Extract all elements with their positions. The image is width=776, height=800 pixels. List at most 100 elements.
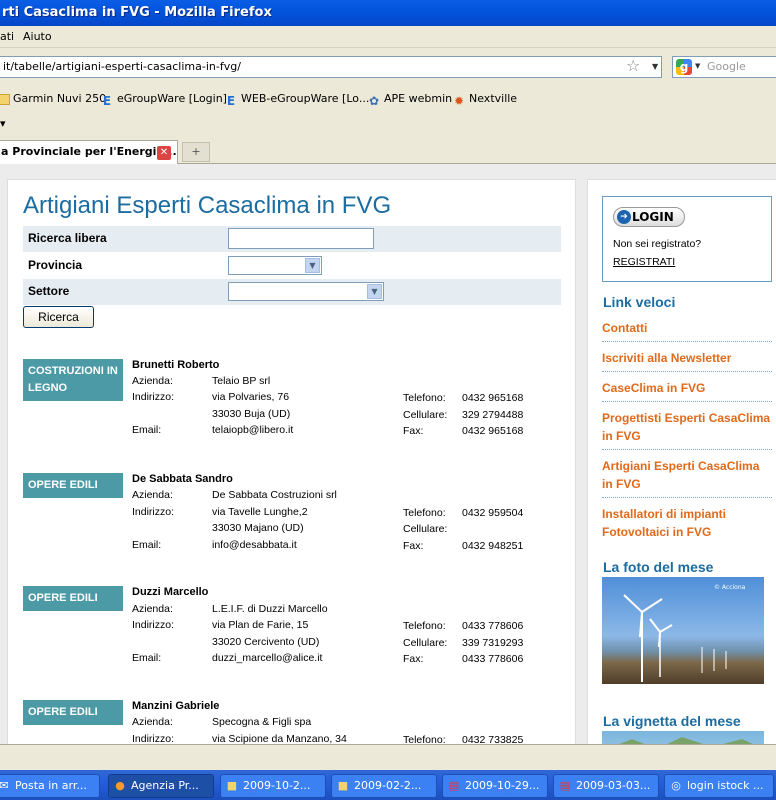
menu-item-tools[interactable]: ati bbox=[0, 30, 14, 43]
company-value: L.E.I.F. di Duzzi Marcello bbox=[212, 603, 328, 615]
mail-icon: ✉ bbox=[0, 779, 9, 792]
url-bar[interactable]: it/tabelle/artigiani-esperti-casaclima-i… bbox=[0, 56, 662, 78]
bookmarks-toolbar: Garmin Nuvi 250 EeGroupWare [Login] E WEB… bbox=[0, 86, 776, 112]
taskbar-item-folder-2[interactable]: ■ 2009-02-2... bbox=[331, 774, 437, 798]
bookmark-label: Nextville bbox=[469, 92, 518, 105]
photo-credit: © Acciona bbox=[714, 584, 746, 591]
bookmark-nextville[interactable]: ✹ Nextville bbox=[452, 91, 518, 108]
quick-link-progettisti[interactable]: Progettisti Esperti CasaClima in FVG bbox=[602, 409, 772, 450]
photo-of-month[interactable]: © Acciona bbox=[602, 577, 764, 684]
search-button[interactable]: Ricerca bbox=[23, 306, 94, 328]
mobile-label: Cellulare: bbox=[403, 409, 448, 421]
url-dropdown-icon[interactable]: ▼ bbox=[652, 62, 658, 71]
taskbar-item-firefox[interactable]: ● Agenzia Pr... bbox=[108, 774, 214, 798]
google-icon[interactable]: g bbox=[676, 59, 692, 75]
taskbar-item-pdf-2[interactable]: ▤ 2009-03-03... bbox=[553, 774, 659, 798]
tab-active[interactable]: a Provinciale per l'Energia:... ✕ bbox=[0, 140, 178, 164]
quick-link-contatti[interactable]: Contatti bbox=[602, 319, 772, 342]
email-value[interactable]: info@desabbata.it bbox=[212, 539, 297, 551]
window-title: rti Casaclima in FVG - Mozilla Firefox bbox=[2, 5, 272, 20]
province-select[interactable]: ▼ bbox=[228, 256, 322, 275]
mobile-label: Cellulare: bbox=[403, 637, 448, 649]
taskbar-label: 2009-03-03... bbox=[576, 779, 651, 792]
register-link[interactable]: REGISTRATI bbox=[613, 256, 675, 268]
fax-label: Fax: bbox=[403, 653, 424, 665]
bookmark-garmin[interactable]: Garmin Nuvi 250 bbox=[0, 91, 106, 107]
tab-bar: a Provinciale per l'Energia:... ✕ + bbox=[0, 138, 776, 164]
fax-value: 0432 948251 bbox=[462, 540, 524, 552]
taskbar-label: Agenzia Pr... bbox=[131, 779, 199, 792]
sun-icon: ✹ bbox=[453, 94, 465, 108]
fax-value: 0433 778606 bbox=[462, 653, 524, 665]
email-value[interactable]: telaiopb@libero.it bbox=[212, 424, 293, 436]
pdf-icon: ▤ bbox=[448, 779, 460, 792]
egroupware-icon: E bbox=[226, 94, 236, 108]
taskbar-label: login istock ... bbox=[687, 779, 764, 792]
firefox-icon: ● bbox=[115, 779, 125, 792]
phone-value: 0432 965168 bbox=[462, 392, 524, 404]
login-box: ➔ LOGIN Non sei registrato? REGISTRATI bbox=[602, 196, 772, 282]
company-label: Azienda: bbox=[132, 716, 173, 728]
taskbar-item-browser[interactable]: ◎ login istock ... bbox=[664, 774, 774, 798]
address-line2: 33020 Cercivento (UD) bbox=[212, 636, 320, 648]
folder-icon: ■ bbox=[337, 779, 349, 792]
page-title: Artigiani Esperti Casaclima in FVG bbox=[23, 192, 392, 219]
quick-link-newsletter[interactable]: Iscriviti alla Newsletter bbox=[602, 349, 772, 372]
vignette-heading: La vignetta del mese bbox=[603, 713, 741, 729]
fax-label: Fax: bbox=[403, 425, 424, 437]
bookmark-star-icon[interactable]: ☆ bbox=[626, 57, 640, 75]
bookmark-web-egroupware[interactable]: E WEB-eGroupWare [Lo... bbox=[224, 91, 369, 108]
taskbar-label: 2009-10-29... bbox=[465, 779, 540, 792]
phone-value: 0432 959504 bbox=[462, 507, 524, 519]
company-label: Azienda: bbox=[132, 375, 173, 387]
phone-label: Telefono: bbox=[403, 734, 446, 744]
taskbar-item-pdf-1[interactable]: ▤ 2009-10-29... bbox=[442, 774, 548, 798]
mobile-value: 339 7319293 bbox=[462, 637, 524, 649]
menu-item-help[interactable]: Aiuto bbox=[23, 30, 52, 43]
email-value[interactable]: duzzi_marcello@alice.it bbox=[212, 652, 322, 664]
new-tab-button[interactable]: + bbox=[182, 142, 210, 162]
sector-select[interactable]: ▼ bbox=[228, 282, 384, 301]
egroupware-icon: E bbox=[102, 94, 112, 108]
bookmark-ape-webmin[interactable]: ✿ APE webmin bbox=[367, 91, 452, 108]
province-row: Provincia ▼ bbox=[23, 253, 561, 279]
address-line1: via Plan de Farie, 15 bbox=[212, 619, 309, 631]
quick-link-caseclima[interactable]: CaseClima in FVG bbox=[602, 379, 772, 402]
mobile-value: 329 2794488 bbox=[462, 409, 524, 421]
artisan-name: Duzzi Marcello bbox=[132, 586, 209, 598]
taskbar-item-mail[interactable]: ✉ Posta in arr... bbox=[0, 774, 100, 798]
company-value: Telaio BP srl bbox=[212, 375, 271, 387]
address-line1: via Polvaries, 76 bbox=[212, 391, 290, 403]
plus-icon: + bbox=[191, 145, 201, 158]
free-search-input[interactable] bbox=[228, 228, 374, 249]
address-line2: 33030 Buja (UD) bbox=[212, 408, 291, 420]
toolbar-chevron-icon[interactable]: ▾ bbox=[0, 117, 6, 130]
taskbar-label: 2009-10-2... bbox=[243, 779, 311, 792]
wind-turbines-image: © Acciona bbox=[623, 584, 746, 682]
email-label: Email: bbox=[132, 652, 162, 664]
company-value: De Sabbata Costruzioni srl bbox=[212, 489, 337, 501]
chevron-down-icon: ▼ bbox=[367, 284, 382, 299]
bookmark-label: eGroupWare [Login] bbox=[117, 92, 227, 105]
quick-link-fotovoltaici[interactable]: Installatori di impianti Fotovoltaici in… bbox=[602, 505, 772, 545]
window-title-bar[interactable]: rti Casaclima in FVG - Mozilla Firefox bbox=[0, 0, 776, 26]
email-label: Email: bbox=[132, 424, 162, 436]
page-viewport: Artigiani Esperti Casaclima in FVG Ricer… bbox=[0, 164, 776, 744]
province-label: Provincia bbox=[28, 258, 83, 272]
taskbar-label: Posta in arr... bbox=[15, 779, 87, 792]
tab-close-icon[interactable]: ✕ bbox=[157, 146, 171, 160]
address-line1: via Tavelle Lunghe,2 bbox=[212, 506, 308, 518]
vignette-image[interactable] bbox=[602, 731, 764, 744]
bookmark-egroupware-login[interactable]: EeGroupWare [Login] bbox=[100, 91, 227, 108]
phone-value: 0432 733825 bbox=[462, 734, 524, 744]
fax-label: Fax: bbox=[403, 540, 424, 552]
taskbar-item-folder-1[interactable]: ■ 2009-10-2... bbox=[220, 774, 326, 798]
category-badge: OPERE EDILI bbox=[23, 473, 123, 498]
quick-link-artigiani[interactable]: Artigiani Esperti CasaClima in FVG bbox=[602, 457, 772, 498]
search-engine-dropdown-icon[interactable]: ▼ bbox=[695, 62, 700, 70]
login-button[interactable]: ➔ LOGIN bbox=[613, 207, 685, 227]
sidebar: ➔ LOGIN Non sei registrato? REGISTRATI L… bbox=[587, 179, 776, 744]
search-box[interactable]: g ▼ Google bbox=[672, 56, 776, 78]
status-bar bbox=[0, 744, 776, 770]
login-button-label: LOGIN bbox=[632, 210, 674, 224]
